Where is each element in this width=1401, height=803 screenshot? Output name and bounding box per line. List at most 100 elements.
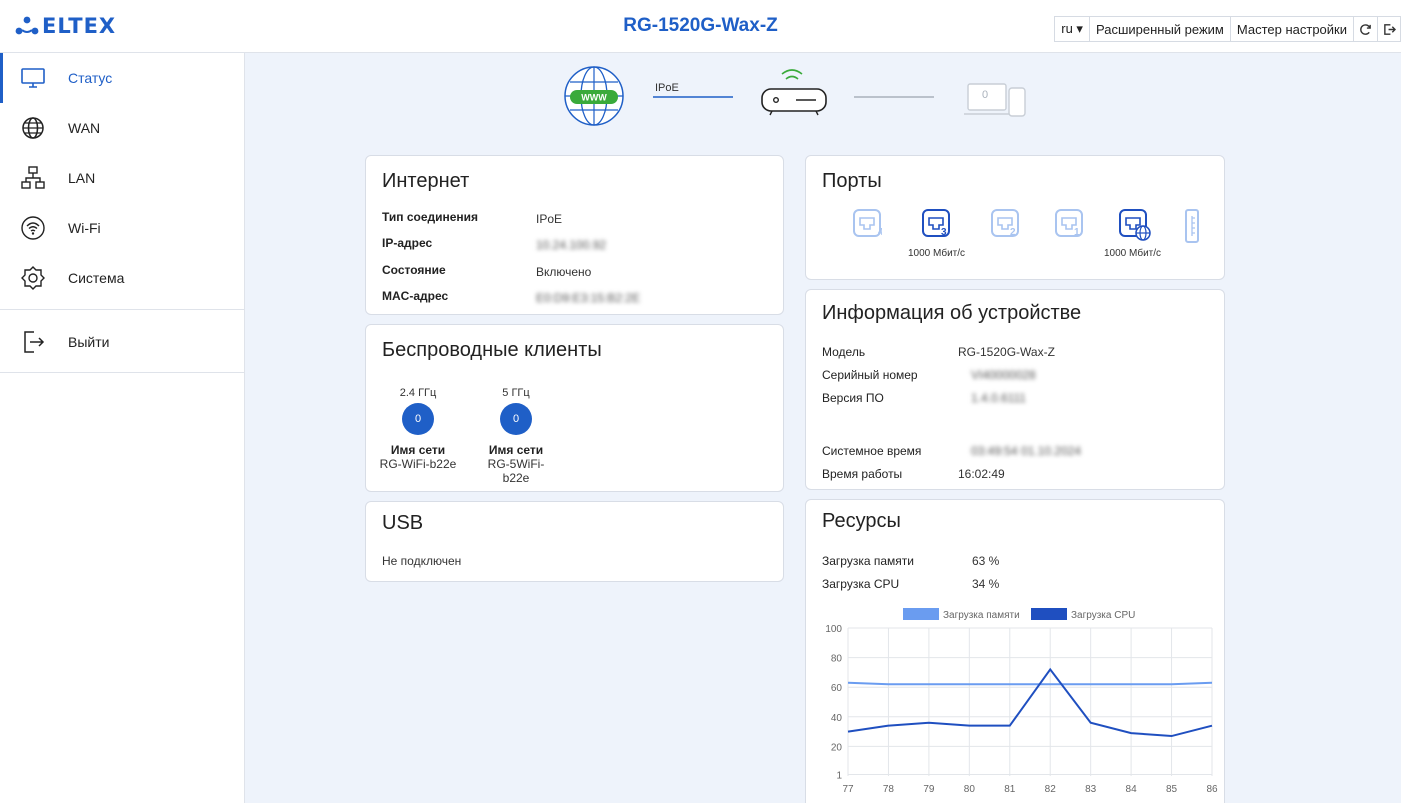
kv-value: 10.24.100.92 bbox=[536, 238, 607, 252]
ports-card: Порты 4 3 1000 Мбит/с 2 1 1000 Мбит/с bbox=[805, 155, 1225, 280]
sidebar-item-wan[interactable]: WAN bbox=[0, 103, 245, 153]
port-number: 1 bbox=[1074, 227, 1080, 238]
logout-icon bbox=[24, 331, 45, 353]
sidebar-item-label: Статус bbox=[68, 70, 113, 86]
usb-status: Не подключен bbox=[382, 554, 462, 568]
card-title: Интернет bbox=[382, 170, 470, 192]
eltex-logo-icon bbox=[15, 16, 39, 35]
refresh-icon bbox=[1360, 23, 1371, 35]
sidebar-item-wifi[interactable]: Wi-Fi bbox=[0, 203, 245, 253]
kv-key: MAC-адрес bbox=[382, 289, 449, 303]
usb-port-icon[interactable] bbox=[1184, 208, 1200, 244]
kv-value: 34 % bbox=[972, 577, 1000, 591]
ethernet-port-3-icon[interactable]: 3 bbox=[921, 208, 951, 238]
clients-device-icon[interactable]: 0 bbox=[964, 80, 1034, 118]
port-speed: 1000 Мбит/с bbox=[908, 248, 966, 259]
router-icon[interactable] bbox=[752, 62, 832, 122]
ssid-value: RG-5WiFi-b22e bbox=[487, 457, 545, 485]
logout-icon bbox=[1383, 23, 1396, 35]
y-tick-label: 20 bbox=[831, 742, 843, 753]
x-tick-label: 84 bbox=[1126, 784, 1138, 795]
kv-key: Тип соединения bbox=[382, 210, 479, 224]
network-name-label: Имя сети bbox=[390, 443, 446, 457]
x-tick-label: 78 bbox=[883, 784, 895, 795]
kv-key: IP-адрес bbox=[382, 236, 433, 250]
kv-key: Состояние bbox=[382, 263, 446, 277]
sidebar-item-logout[interactable]: Выйти bbox=[0, 317, 245, 367]
card-title: Порты bbox=[822, 170, 882, 192]
kv-value: 63 % bbox=[972, 554, 1000, 568]
legend-label: Загрузка памяти bbox=[943, 610, 1020, 621]
monitor-icon bbox=[21, 68, 45, 88]
x-tick-label: 79 bbox=[923, 784, 935, 795]
logo[interactable]: ELTEX bbox=[14, 14, 116, 38]
x-tick-label: 85 bbox=[1166, 784, 1178, 795]
internet-card: Интернет Тип соединения IPoE IP-адрес 10… bbox=[365, 155, 784, 315]
legend-swatch bbox=[1031, 608, 1067, 620]
band-label: 2.4 ГГц bbox=[399, 387, 437, 399]
kv-value: 1.4.0.6111 bbox=[971, 391, 1026, 405]
client-band-5: 5 ГГц 0 Имя сети RG-5WiFi-b22e bbox=[476, 387, 556, 485]
usb-card: USB Не подключен bbox=[365, 501, 784, 582]
kv-key: Модель bbox=[822, 345, 866, 359]
logo-text: ELTEX bbox=[42, 14, 117, 38]
client-count-badge[interactable]: 0 bbox=[402, 403, 434, 435]
card-title: Информация об устройстве bbox=[822, 302, 1082, 324]
sidebar-item-label: LAN bbox=[68, 170, 96, 186]
logout-button[interactable] bbox=[1377, 16, 1401, 42]
sidebar-item-label: Система bbox=[68, 270, 125, 286]
sidebar-item-label: Wi-Fi bbox=[68, 220, 101, 236]
refresh-button[interactable] bbox=[1353, 16, 1377, 42]
ethernet-port-4-icon[interactable]: 4 bbox=[852, 208, 882, 238]
y-tick-label: 80 bbox=[831, 654, 843, 665]
client-count-badge[interactable]: 0 bbox=[500, 403, 532, 435]
ethernet-port-1-icon[interactable]: 1 bbox=[1054, 208, 1084, 238]
y-tick-label: 100 bbox=[825, 624, 842, 635]
card-title: USB bbox=[382, 512, 424, 534]
x-tick-label: 77 bbox=[842, 784, 854, 795]
kv-value: RG-1520G-Wax-Z bbox=[958, 345, 1055, 359]
sidebar: Статус WAN LAN Wi-Fi Система Выйти bbox=[0, 53, 245, 803]
kv-key: Серийный номер bbox=[822, 368, 918, 382]
client-band-24: 2.4 ГГц 0 Имя сети RG-WiFi-b22e bbox=[378, 387, 458, 471]
resources-chart: 1 20 40 60 80 100 77 78 79 80 81 82 83 84 85 86 Загрузка… bbox=[825, 608, 1218, 795]
kv-value: VI40000028 bbox=[971, 368, 1036, 382]
ssid-value: RG-WiFi-b22e bbox=[379, 457, 457, 471]
kv-key: Загрузка памяти bbox=[822, 554, 914, 568]
series-line-memory bbox=[847, 681, 1213, 686]
legend-label: Загрузка CPU bbox=[1071, 610, 1135, 621]
port-number: 3 bbox=[941, 227, 947, 238]
port-speed: 1000 Мбит/с bbox=[1104, 248, 1162, 259]
header-toolbar: ru ▾ Расширенный режим Мастер настройки bbox=[1054, 16, 1401, 42]
setup-wizard-button[interactable]: Мастер настройки bbox=[1229, 16, 1353, 42]
band-label: 5 ГГц bbox=[502, 387, 530, 399]
internet-globe-icon[interactable]: WWW bbox=[562, 64, 626, 128]
language-select[interactable]: ru ▾ bbox=[1054, 16, 1089, 42]
card-title: Беспроводные клиенты bbox=[382, 339, 602, 361]
kv-key: Версия ПО bbox=[822, 391, 884, 405]
port-number: 4 bbox=[878, 227, 882, 238]
ethernet-port-2-icon[interactable]: 2 bbox=[990, 208, 1020, 238]
sidebar-item-status[interactable]: Статус bbox=[0, 53, 245, 103]
port-number: 2 bbox=[1010, 227, 1016, 238]
wan-link-line bbox=[653, 96, 733, 98]
y-tick-label: 60 bbox=[831, 683, 843, 694]
wifi-icon bbox=[21, 216, 45, 240]
network-topology: WWW IPoE 0 bbox=[560, 62, 1040, 132]
sidebar-divider bbox=[0, 372, 245, 373]
sidebar-divider bbox=[0, 309, 245, 310]
card-title: Ресурсы bbox=[822, 510, 901, 532]
ethernet-port-wan-icon[interactable] bbox=[1118, 208, 1152, 242]
network-icon bbox=[21, 166, 45, 189]
network-name-label: Имя сети bbox=[488, 443, 544, 457]
kv-key: Загрузка CPU bbox=[822, 577, 900, 591]
sidebar-item-system[interactable]: Система bbox=[0, 253, 245, 303]
kv-key: Системное время bbox=[822, 444, 922, 458]
sidebar-item-lan[interactable]: LAN bbox=[0, 153, 245, 203]
kv-key: Время работы bbox=[822, 467, 903, 481]
www-label: WWW bbox=[581, 93, 607, 103]
x-tick-label: 83 bbox=[1085, 784, 1097, 795]
header: ELTEX RG-1520G-Wax-Z ru ▾ Расширенный ре… bbox=[0, 0, 1401, 53]
wireless-clients-card: Беспроводные клиенты 2.4 ГГц 0 Имя сети … bbox=[365, 324, 784, 492]
advanced-mode-button[interactable]: Расширенный режим bbox=[1088, 16, 1230, 42]
